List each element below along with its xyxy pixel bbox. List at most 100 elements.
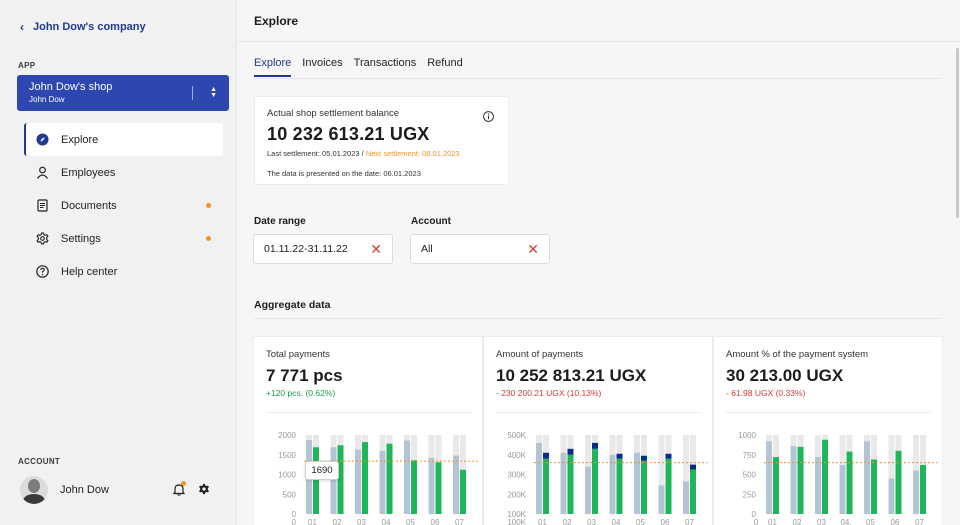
sidebar-item-employees[interactable]: Employees [24, 156, 223, 189]
y-tick-label: 500K [507, 431, 526, 440]
account-field[interactable]: All ✕ [410, 234, 550, 264]
top-bar: Explore [238, 0, 960, 42]
account-value: All [421, 243, 433, 255]
person-icon [36, 166, 49, 179]
bar-previous [379, 450, 386, 514]
bar-stack [641, 455, 647, 461]
divider [266, 412, 472, 413]
help-icon [36, 265, 49, 278]
y-tick-label: 200K [507, 490, 526, 499]
divider [254, 78, 942, 79]
metric-value: 7 771 pcs [266, 366, 343, 385]
shop-owner: John Dow [29, 95, 65, 104]
account-label: Account [411, 216, 451, 227]
sidebar-item-settings[interactable]: Settings [24, 222, 223, 255]
balance-label: Actual shop settlement balance [267, 108, 400, 119]
bar-previous [888, 478, 895, 514]
sidebar-item-explore[interactable]: Explore [24, 123, 223, 156]
x-tick-label: 02 [793, 518, 802, 525]
x-tick-label: 06 [891, 518, 900, 525]
y-tick-label: 1000 [278, 471, 296, 480]
shop-name: John Dow's shop [29, 81, 113, 93]
bar-current [846, 451, 853, 514]
divider [192, 86, 193, 100]
bar-previous [404, 440, 410, 514]
bar-current [920, 465, 926, 514]
balance-card: Actual shop settlement balance 10 232 61… [254, 96, 509, 185]
bar-current [822, 439, 828, 514]
date-range-value: 01.11.22-31.11.22 [264, 243, 348, 255]
last-settlement: Last settlement: 05.01.2023 [267, 149, 360, 158]
bar-current [690, 469, 696, 514]
payment-system-chart: 100075050025000 01 02 03 04. 05 06 07 [738, 431, 938, 525]
x-tick-label: 03 [587, 518, 596, 525]
bar-current [895, 450, 902, 514]
notification-dot [206, 236, 211, 241]
tab-explore[interactable]: Explore [254, 57, 292, 77]
clear-account-icon[interactable]: ✕ [527, 241, 539, 258]
bar-stack [690, 464, 696, 470]
y-tick-label: 1500 [278, 451, 296, 460]
bar-current [773, 457, 779, 514]
y-tick-label: 300K [507, 471, 526, 480]
avatar[interactable] [20, 476, 48, 504]
bar-previous [864, 441, 870, 514]
app-section-label: APP [18, 61, 36, 70]
x-tick-label: 05 [636, 518, 645, 525]
x-tick-label: 01 [308, 518, 317, 525]
x-tick-label: 05 [406, 518, 415, 525]
bar-current [460, 469, 466, 514]
tab-invoices[interactable]: Invoices [302, 57, 342, 77]
date-range-field[interactable]: 01.11.22-31.11.22 ✕ [253, 234, 393, 264]
x-tick-label: 01 [538, 518, 547, 525]
company-back-link[interactable]: ‹ John Dow's company [20, 20, 146, 34]
divider [496, 412, 702, 413]
x-tick-label: 02 [563, 518, 572, 525]
bar-previous [330, 447, 337, 514]
bar-previous [560, 452, 567, 514]
bar-previous [536, 442, 542, 514]
bar-previous [453, 455, 459, 514]
chevron-left-icon: ‹ [20, 20, 24, 34]
x-tick-label: 04 [612, 518, 621, 525]
page-title: Explore [254, 14, 299, 28]
info-icon[interactable] [483, 111, 494, 125]
sidebar-nav: Explore Employees Documents Settings Hel… [24, 123, 223, 288]
tab-bar: Explore Invoices Transactions Refund [254, 57, 463, 77]
bar-previous [913, 470, 919, 514]
sidebar-item-label: Explore [61, 133, 99, 146]
sidebar-item-help-center[interactable]: Help center [24, 255, 223, 288]
bar-stack [567, 448, 574, 455]
bar-previous [790, 446, 797, 514]
bar-previous [609, 454, 616, 514]
avatar-head [28, 479, 40, 493]
user-name: John Dow [60, 484, 109, 496]
bar-current [797, 446, 804, 514]
tab-refund[interactable]: Refund [427, 57, 462, 77]
shop-selector[interactable]: John Dow's shop John Dow ▲ ▼ [17, 75, 229, 111]
scrollbar[interactable] [956, 48, 959, 218]
sidebar: ‹ John Dow's company APP John Dow's shop… [0, 0, 237, 525]
bar-current [543, 458, 549, 514]
bar-current [411, 460, 417, 514]
metric-delta: +120 pcs. (0.62%) [266, 388, 336, 398]
balance-amount: 10 232 613.21 UGX [267, 124, 430, 144]
bar-stack [543, 452, 549, 459]
tab-transactions[interactable]: Transactions [354, 57, 417, 77]
account-gear-icon[interactable] [198, 483, 210, 498]
bar-previous [766, 441, 772, 514]
clear-date-icon[interactable]: ✕ [370, 241, 382, 258]
y-tick-label: 500 [743, 471, 757, 480]
metric-delta: - 230 200.21 UGX (10.13%) [496, 388, 602, 398]
divider [726, 412, 932, 413]
sidebar-item-documents[interactable]: Documents [24, 189, 223, 222]
x-tick-label: 0 [754, 518, 759, 525]
bar-current [337, 445, 344, 514]
x-tick-label: 03 [817, 518, 826, 525]
sidebar-item-label: Help center [61, 265, 118, 278]
bar-current [871, 459, 877, 514]
y-tick-label: 1000 [738, 431, 756, 440]
bar-previous [839, 465, 846, 514]
bar-previous [815, 457, 821, 514]
metric-title: Amount of payments [496, 349, 584, 360]
